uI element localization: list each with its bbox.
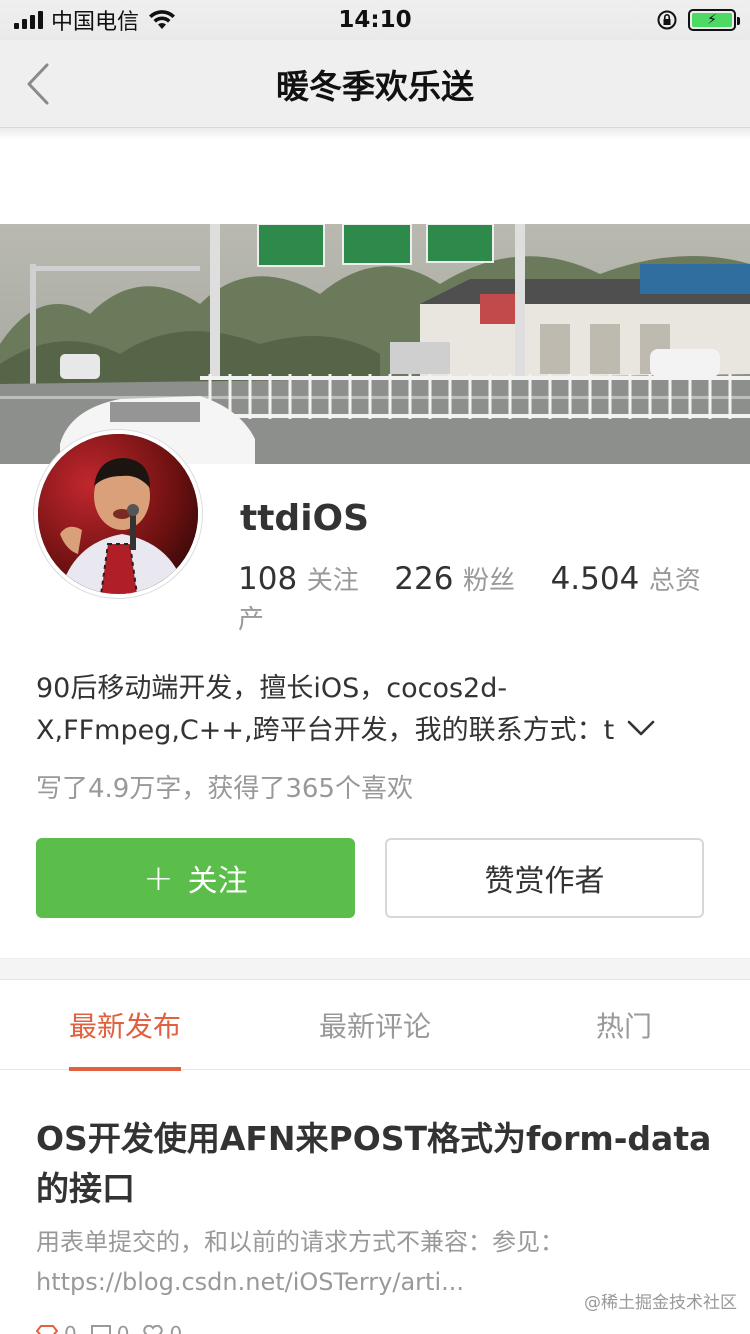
watermark: @稀土掘金技术社区 xyxy=(584,1293,737,1313)
avatar-image xyxy=(38,434,198,594)
following-label[interactable]: 关注 xyxy=(307,566,359,596)
profile-bio: 90后移动端开发，擅长iOS，cocos2d- X,FFmpeg,C++,跨平台… xyxy=(36,668,726,752)
comment-count: 0 xyxy=(116,1322,130,1334)
meta-comment: 0 xyxy=(90,1322,130,1334)
plus-icon: + xyxy=(143,857,174,899)
username: ttdiOS xyxy=(240,498,370,539)
follow-button[interactable]: + 关注 xyxy=(36,838,355,918)
status-bar: 中国电信 14:10 ⚡ xyxy=(0,0,750,40)
status-left: 中国电信 xyxy=(14,4,177,36)
rotation-lock-icon xyxy=(657,10,677,30)
tab-latest-published[interactable]: 最新发布 xyxy=(69,980,181,1071)
profile-banner xyxy=(0,224,750,464)
meta-diamond: 0 xyxy=(36,1322,77,1334)
status-right: ⚡ xyxy=(656,9,740,31)
follow-button-label: 关注 xyxy=(187,864,248,899)
page-title: 暖冬季欢乐送 xyxy=(276,66,474,106)
tab-latest-comments[interactable]: 最新评论 xyxy=(318,980,432,1070)
back-button[interactable] xyxy=(18,58,58,110)
assets-count: 4.504 xyxy=(550,561,640,597)
comment-icon xyxy=(90,1325,111,1334)
section-divider xyxy=(0,958,750,980)
signal-icon xyxy=(14,11,43,29)
battery-icon: ⚡ xyxy=(688,9,740,31)
article-meta: 0 0 0 xyxy=(36,1322,182,1334)
profile-stats: 108 关注 226 粉丝 4.504 总资产 xyxy=(238,560,718,639)
chevron-left-icon xyxy=(27,63,49,105)
avatar[interactable] xyxy=(34,430,202,598)
article-abstract[interactable]: 用表单提交的，和以前的请求方式不兼容：参见：https://blog.csdn.… xyxy=(36,1222,656,1302)
reward-author-button[interactable]: 赞赏作者 xyxy=(385,838,704,918)
followers-label[interactable]: 粉丝 xyxy=(463,566,515,596)
heart-icon xyxy=(143,1325,164,1334)
carrier-label: 中国电信 xyxy=(51,10,140,35)
followers-count[interactable]: 226 xyxy=(394,561,453,597)
article-tabs: 最新发布 最新评论 热门 xyxy=(0,980,750,1071)
writing-summary: 写了4.9万字，获得了365个喜欢 xyxy=(36,774,413,804)
meta-like: 0 xyxy=(143,1322,182,1334)
navigation-bar: 暖冬季欢乐送 xyxy=(0,40,750,128)
article-title[interactable]: OS开发使用AFN来POST格式为form-data的接口 xyxy=(36,1114,716,1214)
reward-button-label: 赞赏作者 xyxy=(484,864,605,899)
like-count: 0 xyxy=(169,1322,183,1334)
bio-line: X,FFmpeg,C++,跨平台开发，我的联系方式：t xyxy=(36,715,615,746)
banner-image xyxy=(0,224,750,464)
following-count[interactable]: 108 xyxy=(238,561,297,597)
bio-line: 90后移动端开发，擅长iOS，cocos2d- xyxy=(36,673,508,704)
diamond-count: 0 xyxy=(64,1322,77,1334)
chevron-down-icon[interactable] xyxy=(626,714,656,742)
diamond-icon xyxy=(36,1325,58,1334)
nav-shadow xyxy=(0,128,750,140)
wifi-icon xyxy=(149,10,176,29)
tab-popular[interactable]: 热门 xyxy=(594,980,654,1070)
